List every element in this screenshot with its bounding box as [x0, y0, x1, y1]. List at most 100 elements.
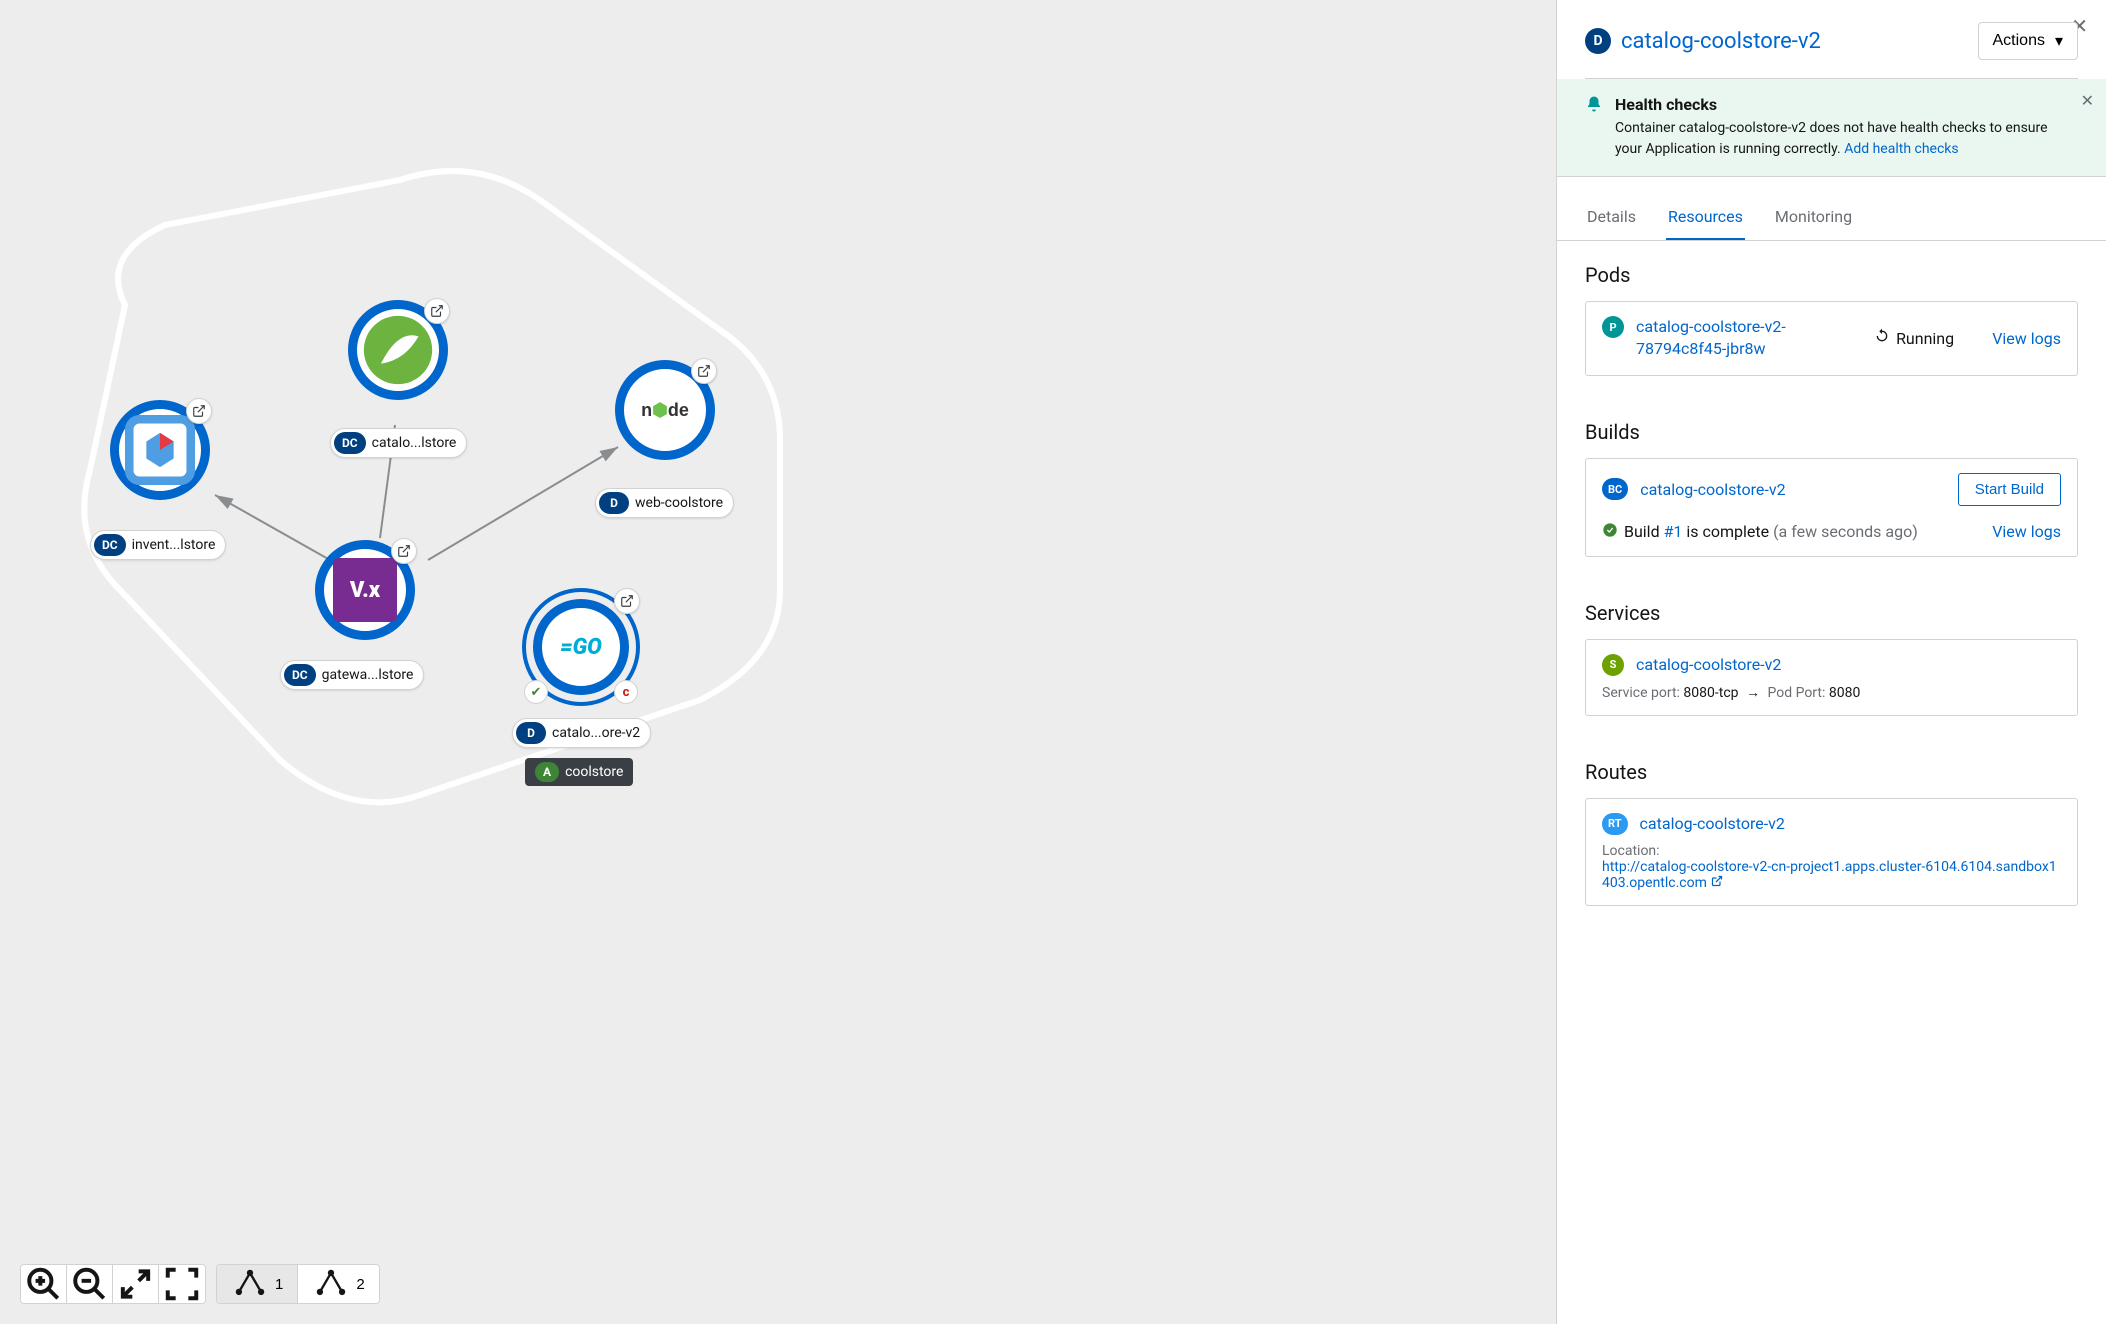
badge-d: D — [516, 722, 546, 744]
routes-section: Routes RT catalog-coolstore-v2 Location:… — [1557, 738, 2106, 928]
fit-button[interactable] — [113, 1265, 159, 1303]
node-web[interactable]: n⬢de — [615, 360, 715, 460]
pod-port-value: 8080 — [1829, 685, 1860, 701]
topology-toolbar: 1 2 — [20, 1264, 380, 1304]
build-view-logs-link[interactable]: View logs — [1992, 522, 2061, 541]
node-gateway[interactable]: V.x — [315, 540, 415, 640]
details-sidebar: ✕ D catalog-coolstore-v2 Actions ▾ Healt… — [1556, 0, 2106, 1324]
check-icon — [1602, 522, 1618, 542]
reset-view-button[interactable] — [159, 1265, 205, 1303]
label-text: catalo...lstore — [372, 435, 457, 451]
external-link-icon — [1711, 875, 1723, 891]
badge-a: A — [535, 762, 559, 782]
alert-body: Container catalog-coolstore-v2 does not … — [1615, 120, 2048, 157]
bell-icon — [1585, 95, 1603, 160]
routes-title: Routes — [1585, 760, 2078, 784]
pod-status-text: Running — [1896, 329, 1954, 348]
add-health-checks-link[interactable]: Add health checks — [1844, 141, 1958, 157]
tab-resources[interactable]: Resources — [1666, 195, 1745, 240]
build-status-prefix: Build — [1624, 522, 1664, 541]
zoom-in-icon — [21, 1265, 66, 1303]
view-logs-link[interactable]: View logs — [1992, 329, 2061, 348]
badge-dc: DC — [94, 534, 126, 556]
quarkus-icon — [119, 409, 201, 491]
label-text: gatewa...lstore — [322, 667, 414, 683]
buildconfig-badge-icon: BC — [1602, 478, 1628, 500]
deployment-title-link[interactable]: catalog-coolstore-v2 — [1621, 29, 1821, 54]
actions-label: Actions — [1993, 32, 2045, 50]
build-success-icon[interactable]: ✔ — [524, 680, 548, 704]
tab-details[interactable]: Details — [1585, 195, 1638, 240]
page-title: D catalog-coolstore-v2 — [1585, 28, 1821, 54]
node-catalog-v2[interactable]: =GO ✔ c — [522, 588, 640, 706]
route-badge-icon: RT — [1602, 813, 1628, 835]
external-link-icon[interactable] — [614, 588, 640, 614]
service-port-label: Service port: — [1602, 685, 1683, 701]
route-url-text: http://catalog-coolstore-v2-cn-project1.… — [1602, 859, 2057, 891]
spring-icon — [357, 309, 439, 391]
layout-icon — [231, 1265, 269, 1303]
services-title: Services — [1585, 601, 2078, 625]
actions-dropdown[interactable]: Actions ▾ — [1978, 22, 2079, 60]
pod-port-label: Pod Port: — [1767, 685, 1828, 701]
external-link-icon[interactable] — [691, 358, 717, 384]
route-link[interactable]: catalog-coolstore-v2 — [1640, 814, 1785, 833]
layout-2-label: 2 — [356, 1276, 364, 1293]
expand-icon — [159, 1265, 205, 1303]
pod-status: Running — [1874, 328, 1954, 348]
tab-monitoring[interactable]: Monitoring — [1773, 195, 1854, 240]
fit-icon — [113, 1265, 158, 1303]
badge-dc: DC — [334, 432, 366, 454]
zoom-in-button[interactable] — [21, 1265, 67, 1303]
node-label-web[interactable]: D web-coolstore — [595, 488, 734, 518]
zoom-out-button[interactable] — [67, 1265, 113, 1303]
layout-2-button[interactable]: 2 — [298, 1265, 378, 1303]
pods-section: Pods P catalog-coolstore-v2-78794c8f45-j… — [1557, 241, 2106, 398]
deployment-badge-icon: D — [1585, 28, 1611, 54]
service-port-value: 8080-tcp — [1683, 685, 1738, 701]
alert-title: Health checks — [1615, 95, 2058, 114]
node-inventory[interactable] — [110, 400, 210, 500]
vertx-icon: V.x — [333, 558, 397, 622]
external-link-icon[interactable] — [391, 538, 417, 564]
arrow-right-icon: → — [1746, 685, 1760, 701]
pod-name-link[interactable]: catalog-coolstore-v2-78794c8f45-jbr8w — [1636, 316, 1836, 361]
app-group-name: coolstore — [565, 764, 623, 780]
label-text: invent...lstore — [132, 537, 216, 553]
node-label-catalog-dc[interactable]: DC catalo...lstore — [330, 428, 467, 458]
health-check-alert: Health checks Container catalog-coolstor… — [1557, 79, 2106, 177]
service-badge-icon: S — [1602, 654, 1624, 676]
caret-down-icon: ▾ — [2055, 31, 2063, 51]
node-label-gateway[interactable]: DC gatewa...lstore — [280, 660, 424, 690]
go-icon: =GO — [560, 635, 602, 660]
layout-1-label: 1 — [275, 1276, 283, 1293]
route-location-label: Location: — [1602, 843, 2061, 859]
tabs: Details Resources Monitoring — [1557, 195, 2106, 241]
service-link[interactable]: catalog-coolstore-v2 — [1636, 655, 1781, 674]
topology-canvas[interactable]: DC invent...lstore DC catalo...lstore V.… — [0, 0, 1556, 1324]
external-link-icon[interactable] — [186, 398, 212, 424]
buildconfig-link[interactable]: catalog-coolstore-v2 — [1640, 480, 1785, 499]
builds-title: Builds — [1585, 420, 2078, 444]
external-link-icon[interactable] — [424, 298, 450, 324]
zoom-out-icon — [67, 1265, 112, 1303]
status-warning-icon[interactable]: c — [614, 680, 638, 704]
app-group-label[interactable]: A coolstore — [525, 758, 633, 786]
label-text: catalo...ore-v2 — [552, 725, 640, 741]
pod-badge-icon: P — [1602, 316, 1624, 338]
route-url-link[interactable]: http://catalog-coolstore-v2-cn-project1.… — [1602, 859, 2057, 891]
pods-title: Pods — [1585, 263, 2078, 287]
node-label-catalog-v2[interactable]: D catalo...ore-v2 — [512, 718, 651, 748]
nodejs-icon: n⬢de — [641, 400, 689, 421]
layout-1-button[interactable]: 1 — [217, 1265, 298, 1303]
node-catalog-dc[interactable] — [348, 300, 448, 400]
badge-d: D — [599, 492, 629, 514]
layout-icon — [312, 1265, 350, 1303]
services-section: Services S catalog-coolstore-v2 Service … — [1557, 579, 2106, 738]
build-status-suffix: is complete — [1682, 522, 1773, 541]
start-build-button[interactable]: Start Build — [1958, 473, 2061, 506]
alert-close-button[interactable]: ✕ — [2081, 91, 2094, 110]
build-time: (a few seconds ago) — [1773, 522, 1918, 541]
build-number-link[interactable]: #1 — [1664, 522, 1683, 541]
node-label-inventory[interactable]: DC invent...lstore — [90, 530, 226, 560]
